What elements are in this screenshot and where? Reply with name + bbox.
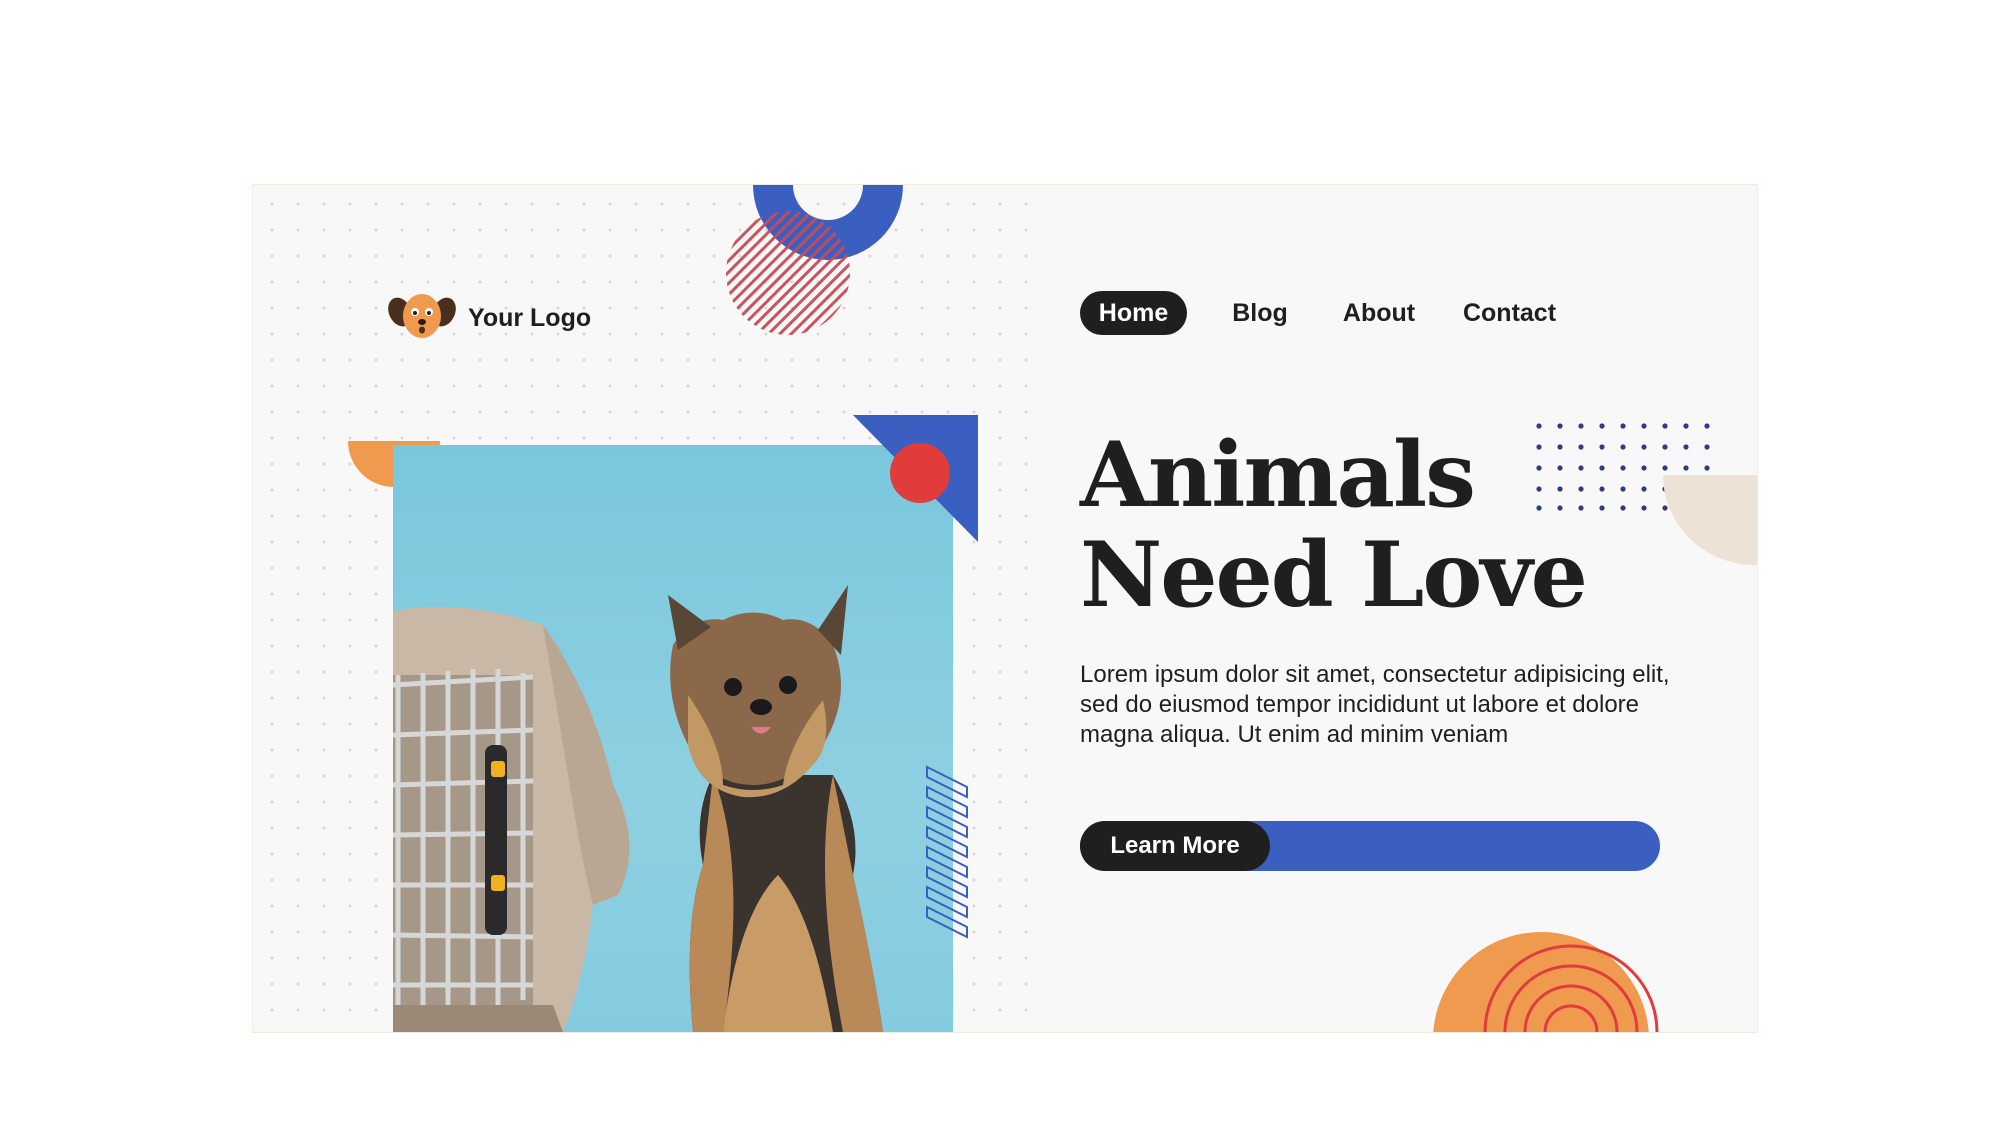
hero-title: Animals Need Love [1080, 422, 1588, 628]
site-logo[interactable]: Your Logo [388, 288, 591, 348]
pet-carrier-illustration [393, 607, 630, 1032]
nav-contact[interactable]: Contact [1457, 291, 1562, 335]
beige-quarter-circle-decoration [1663, 475, 1757, 565]
logo-text: Your Logo [468, 303, 592, 332]
orange-ripple-decoration [1433, 932, 1659, 1032]
blue-ring-decoration [726, 185, 903, 335]
dog-head-icon [388, 294, 456, 338]
learn-more-button[interactable]: Learn More [1080, 821, 1270, 871]
landing-card: Your Logo Home Blog About Contact Animal… [253, 185, 1757, 1032]
hero-description: Lorem ipsum dolor sit amet, consectetur … [1080, 661, 1670, 748]
nav-about[interactable]: About [1302, 291, 1456, 335]
hero-title-line2: Need Love [1080, 522, 1588, 628]
nav-home[interactable]: Home [1080, 291, 1187, 335]
yorkshire-terrier-illustration [668, 585, 883, 1032]
blue-triangle-decoration [853, 415, 978, 542]
hatched-bar-decoration [926, 765, 968, 939]
nav-blog[interactable]: Blog [1220, 291, 1300, 335]
hero-title-line1: Animals [1080, 422, 1476, 528]
